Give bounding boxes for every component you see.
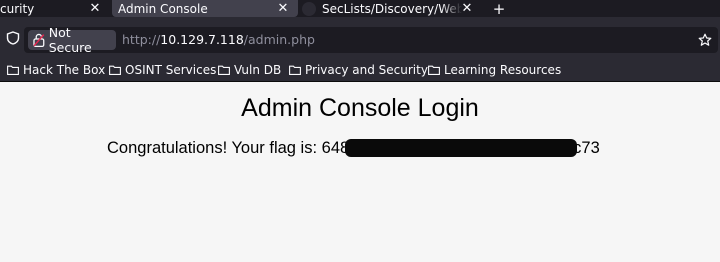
tab-admin-console[interactable]: Admin Console ✕ [112,0,298,17]
flag-message-suffix: c73 [573,139,600,157]
shield-icon[interactable] [6,31,20,45]
folder-icon [109,65,121,75]
close-icon[interactable]: ✕ [88,0,102,17]
tab-strip: curity ✕ Admin Console ✕ SecLists/Discov… [0,0,720,17]
bookmark-label: Hack The Box [23,63,106,77]
bookmark-folder-osint-services[interactable]: OSINT Services [109,59,216,81]
flag-message-prefix: Congratulations! Your flag is: 648 [107,139,350,157]
url-text[interactable]: http://10.129.7.118/admin.php [122,27,315,53]
bookmark-folder-vuln-db[interactable]: Vuln DB [218,59,281,81]
star-icon[interactable] [698,33,712,47]
url-path: /admin.php [243,32,315,47]
redaction-bar [345,138,578,157]
security-indicator[interactable]: Not Secure [28,25,116,55]
bookmark-label: Vuln DB [234,63,282,77]
folder-icon [218,65,230,75]
bookmark-label: Privacy and Security [305,63,428,77]
page-title: Admin Console Login [241,94,479,122]
flag-message: Congratulations! Your flag is: 648 c73 [107,138,600,159]
close-icon[interactable]: ✕ [276,0,290,17]
bookmark-label: Learning Resources [444,63,562,77]
bookmark-folder-learning-resources[interactable]: Learning Resources [428,59,561,81]
url-scheme: http:// [122,32,161,47]
bookmark-folder-hack-the-box[interactable]: Hack The Box [7,59,105,81]
navigation-toolbar: Not Secure http://10.129.7.118/admin.php [0,17,720,59]
tab-seclists[interactable]: SecLists/Discovery/Web-C ✕ [300,0,480,17]
tab-title: Admin Console [118,1,208,16]
close-icon[interactable]: ✕ [460,0,474,17]
lock-warning-icon [33,33,45,47]
url-host: 10.129.7.118 [160,32,244,47]
tab-security[interactable]: curity ✕ [0,0,108,17]
tab-title: curity [0,1,35,16]
folder-icon [428,65,440,75]
github-icon [302,1,316,16]
bookmark-folder-privacy-and-security[interactable]: Privacy and Security [289,59,428,81]
folder-icon [289,65,301,75]
security-label: Not Secure [48,25,92,55]
folder-icon [7,65,19,75]
bookmark-label: OSINT Services [125,63,217,77]
plus-icon: + [492,0,506,17]
bookmarks-toolbar: Hack The Box OSINT Services Vuln DB Priv… [0,59,720,82]
tab-title: SecLists/Discovery/Web-C [322,1,462,16]
address-bar[interactable]: Not Secure http://10.129.7.118/admin.php [24,25,718,55]
new-tab-button[interactable]: + [490,0,508,17]
page-content: Admin Console Login Congratulations! You… [0,82,720,262]
